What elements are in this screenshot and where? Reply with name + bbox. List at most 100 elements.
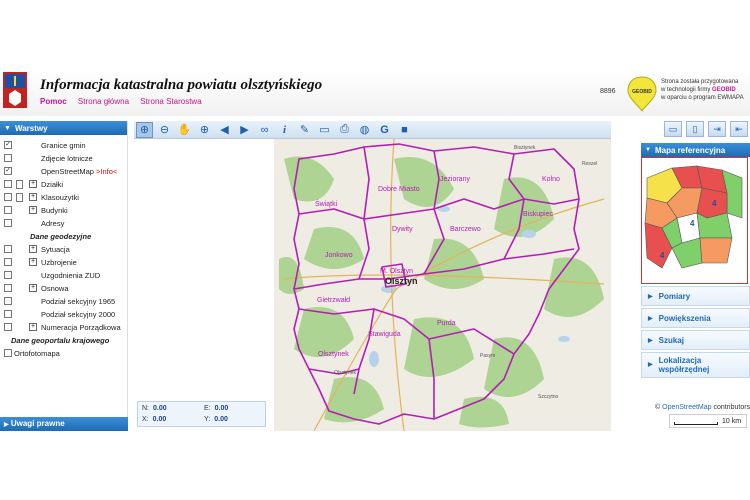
layer-uzbrojenie[interactable]: + Uzbrojenie bbox=[0, 256, 127, 269]
layer-checkbox[interactable] bbox=[4, 258, 12, 266]
layer-checkbox[interactable] bbox=[4, 310, 12, 318]
expand-plus-icon[interactable]: + bbox=[29, 193, 37, 201]
osm-info-link[interactable]: >Info< bbox=[96, 167, 117, 176]
legal-notes-header[interactable]: ▶ Uwagi prawne bbox=[0, 417, 128, 431]
label-dywity: Dywity bbox=[392, 226, 413, 233]
layer-checkbox[interactable] bbox=[4, 206, 12, 214]
expand-plus-icon[interactable]: + bbox=[29, 323, 37, 331]
layer-label: Podział sekcyjny 2000 bbox=[41, 310, 116, 319]
label-olsztynek-town: Olsztynek bbox=[334, 370, 356, 376]
geobid-logo[interactable]: GEOBID bbox=[627, 76, 657, 112]
globe-icon[interactable]: ◍ bbox=[356, 122, 373, 138]
reference-map-canvas[interactable]: 4 4 4 bbox=[642, 158, 747, 283]
layer-openstreetmap[interactable]: ✓ OpenStreetMap >Info< bbox=[0, 165, 127, 178]
label-olsztynek: Olsztynek bbox=[318, 351, 349, 358]
layer-checkbox[interactable] bbox=[4, 297, 12, 305]
layer-granice-gmin[interactable]: ✓ Granice gmin bbox=[0, 139, 127, 152]
layer-label: Uzbrojenie bbox=[41, 258, 77, 267]
group-dane-geodezyjne: Dane geodezyjne bbox=[30, 232, 92, 241]
layout-split-icon[interactable]: ▯ bbox=[686, 121, 704, 137]
layer-dzialki[interactable]: + Działki bbox=[0, 178, 127, 191]
scale-line bbox=[674, 422, 718, 425]
geobid-brand[interactable]: GEOBID bbox=[712, 87, 736, 93]
layer-checkbox[interactable]: ✓ bbox=[4, 141, 12, 149]
layer-label: Osnowa bbox=[41, 284, 69, 293]
attribution-suffix: contributors bbox=[713, 404, 750, 411]
expand-plus-icon[interactable]: + bbox=[29, 284, 37, 292]
document-icon[interactable] bbox=[16, 193, 23, 202]
expand-triangle-icon: ▶ bbox=[4, 422, 9, 428]
layer-checkbox[interactable] bbox=[4, 245, 12, 253]
starostwo-link[interactable]: Strona Starostwa bbox=[140, 97, 201, 106]
label-purda: Purda bbox=[437, 320, 456, 327]
layer-checkbox[interactable] bbox=[4, 284, 12, 292]
expand-plus-icon[interactable]: + bbox=[29, 180, 37, 188]
layer-ortofotomapa[interactable]: Ortofotomapa bbox=[0, 347, 127, 360]
layers-panel-header[interactable]: ▼ Warstwy bbox=[0, 121, 127, 135]
layer-uzgodnienia-zud[interactable]: Uzgodnienia ZUD bbox=[0, 269, 127, 282]
zoom-in-icon[interactable]: ⊕ bbox=[196, 122, 213, 138]
layer-label: Granice gmin bbox=[41, 141, 86, 150]
print-icon[interactable]: ⎙ bbox=[336, 122, 353, 138]
measure-icon[interactable]: ▭ bbox=[316, 122, 333, 138]
back-arrow-icon[interactable]: ◀ bbox=[216, 122, 233, 138]
measurements-item[interactable]: ▶ Pomiary bbox=[641, 286, 750, 306]
brush-icon[interactable]: ✎ bbox=[296, 122, 313, 138]
link-icon[interactable]: ∞ bbox=[256, 122, 273, 138]
right-panel: ▼ Mapa referencyjna 4 4 4 ▶ Pomiary ▶ Po… bbox=[641, 143, 750, 378]
coord-y-value: 0.00 bbox=[214, 416, 228, 423]
help-link[interactable]: Pomoc bbox=[40, 97, 67, 106]
layer-klasouzytki[interactable]: + Klasoużytki bbox=[0, 191, 127, 204]
map-canvas[interactable]: Dobre Miasto Jeziorany Kolno Świątki Dyw… bbox=[134, 139, 611, 431]
layer-sytuacja[interactable]: + Sytuacja bbox=[0, 243, 127, 256]
coat-of-arms-icon bbox=[3, 72, 27, 108]
osm-link[interactable]: OpenStreetMap bbox=[662, 404, 711, 411]
document-icon[interactable] bbox=[16, 180, 23, 189]
reference-map[interactable]: 4 4 4 bbox=[641, 157, 748, 284]
layer-checkbox[interactable]: ✓ bbox=[4, 167, 12, 175]
page-title: Informacja katastralna powiatu olsztyńsk… bbox=[40, 77, 323, 93]
reference-map-header[interactable]: ▼ Mapa referencyjna bbox=[641, 143, 750, 157]
layer-checkbox[interactable] bbox=[4, 154, 12, 162]
map-view[interactable]: Dobre Miasto Jeziorany Kolno Świątki Dyw… bbox=[134, 139, 611, 431]
map-toolbar: ⊕ ⊖ ✋ ⊕ ◀ ▶ ∞ i ✎ ▭ ⎙ ◍ G ■ bbox=[134, 121, 611, 139]
zoom-presets-item[interactable]: ▶ Powiększenia bbox=[641, 308, 750, 328]
layer-numeracja[interactable]: + Numeracja Porządkowa bbox=[0, 321, 127, 334]
home-link[interactable]: Strona główna bbox=[78, 97, 129, 106]
zoom-out-icon[interactable]: ⊖ bbox=[156, 122, 173, 138]
expand-triangle-icon: ▶ bbox=[648, 315, 653, 322]
layout-right-icon[interactable]: ⇥ bbox=[708, 121, 726, 137]
layer-osnowa[interactable]: + Osnowa bbox=[0, 282, 127, 295]
svg-text:GEOBID: GEOBID bbox=[632, 89, 652, 95]
zoom-extent-icon[interactable]: ⊕ bbox=[136, 121, 153, 138]
layer-zdjecie-lotnicze[interactable]: Zdjęcie lotnicze bbox=[0, 152, 127, 165]
pan-hand-icon[interactable]: ✋ bbox=[176, 122, 193, 138]
forward-arrow-icon[interactable]: ▶ bbox=[236, 122, 253, 138]
layer-checkbox[interactable] bbox=[4, 219, 12, 227]
layer-checkbox[interactable] bbox=[4, 323, 12, 331]
layer-adresy[interactable]: Adresy bbox=[0, 217, 127, 230]
coordinate-locate-item[interactable]: ▶ Lokalizacja współrzędnej bbox=[641, 352, 750, 378]
layout-full-icon[interactable]: ▭ bbox=[664, 121, 682, 137]
layer-checkbox[interactable] bbox=[4, 349, 12, 357]
layout-left-icon[interactable]: ⇤ bbox=[730, 121, 748, 137]
search-item[interactable]: ▶ Szukaj bbox=[641, 330, 750, 350]
copyright-sign: © bbox=[655, 404, 661, 411]
layer-label: Sytuacja bbox=[41, 245, 70, 254]
zoom-presets-label: Powiększenia bbox=[658, 313, 711, 323]
layer-budynki[interactable]: + Budynki bbox=[0, 204, 127, 217]
layer-checkbox[interactable] bbox=[4, 180, 12, 188]
coord-x: X: 0.00 bbox=[142, 416, 166, 423]
expand-plus-icon[interactable]: + bbox=[29, 258, 37, 266]
layer-podzial-2000[interactable]: Podział sekcyjny 2000 bbox=[0, 308, 127, 321]
info-icon[interactable]: i bbox=[276, 122, 293, 138]
group-dane-geoportalu: Dane geoportalu krajowego bbox=[11, 336, 110, 345]
layer-podzial-1965[interactable]: Podział sekcyjny 1965 bbox=[0, 295, 127, 308]
camera-icon[interactable]: ■ bbox=[396, 122, 413, 138]
google-icon[interactable]: G bbox=[376, 122, 393, 138]
coord-n: N: 0.00 bbox=[142, 405, 167, 412]
expand-plus-icon[interactable]: + bbox=[29, 245, 37, 253]
layer-checkbox[interactable] bbox=[4, 193, 12, 201]
layer-checkbox[interactable] bbox=[4, 271, 12, 279]
expand-plus-icon[interactable]: + bbox=[29, 206, 37, 214]
